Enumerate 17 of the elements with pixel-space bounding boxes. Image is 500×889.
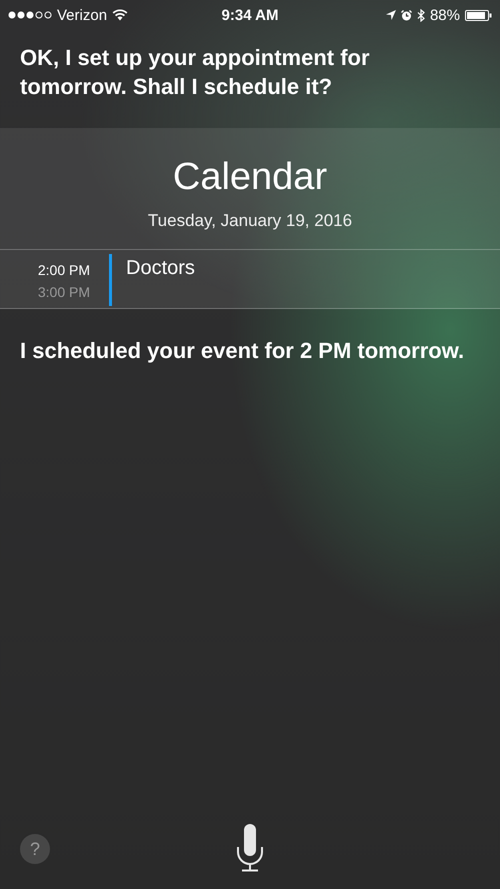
carrier-name: Verizon xyxy=(57,6,108,24)
alarm-clock-icon xyxy=(400,10,412,20)
location-arrow-icon xyxy=(386,10,396,20)
calendar-date: Tuesday, January 19, 2016 xyxy=(146,211,354,231)
siri-prompt-text: OK, I set up your appointment for tomorrow. Shall I schedule it? xyxy=(19,44,371,101)
status-time: 9:34 AM xyxy=(222,6,278,24)
event-start-time: 2:00 PM xyxy=(38,262,90,278)
wifi-icon xyxy=(112,9,128,21)
signal-icon xyxy=(8,11,52,19)
event-title[interactable]: Doctors xyxy=(112,250,195,280)
battery-icon xyxy=(465,10,492,20)
microphone-icon[interactable] xyxy=(237,824,263,872)
siri-response-text: I scheduled your event for 2 PM tomorrow. xyxy=(19,337,466,365)
event-end-time: 3:00 PM xyxy=(38,284,90,300)
battery-percentage: 88% xyxy=(430,6,460,24)
bluetooth-icon xyxy=(416,8,425,22)
calendar-title: Calendar xyxy=(172,155,328,200)
